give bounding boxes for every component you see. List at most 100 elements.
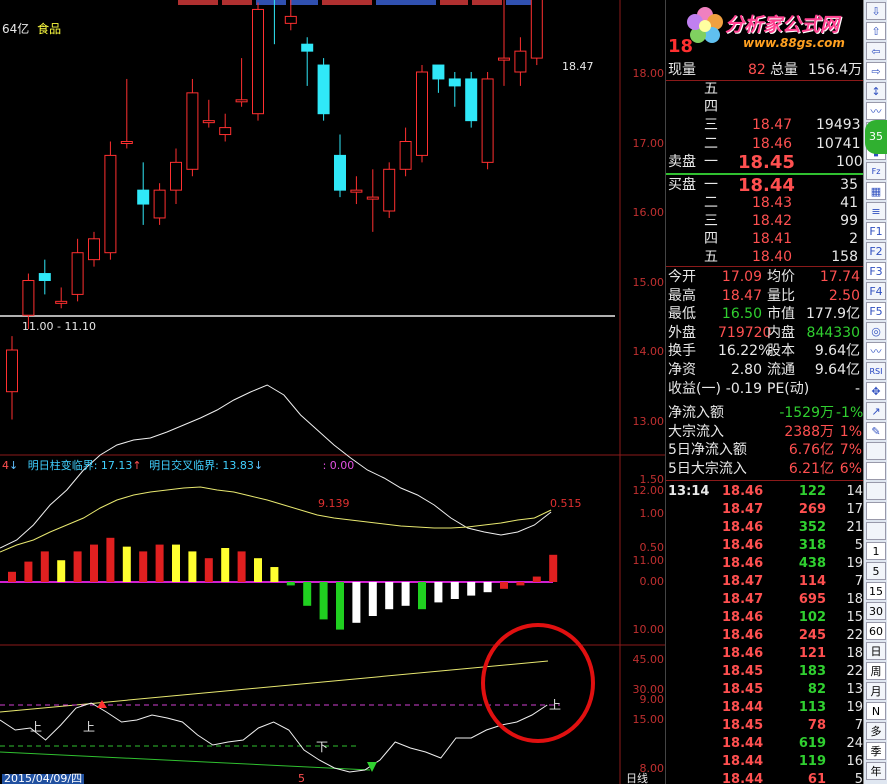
bid-level: 五 (704, 249, 718, 265)
toolbar-button[interactable]: 〰 (866, 102, 886, 120)
candle-body (38, 273, 51, 281)
toolbar-button[interactable] (866, 462, 886, 480)
stat-label: PE(动) (767, 380, 810, 397)
candle-body (202, 120, 215, 124)
toolbar-button[interactable]: 周 (866, 662, 886, 680)
toolbar-button[interactable]: ▦ (866, 182, 886, 200)
tick-volume: 119 (798, 754, 826, 769)
stat-value: 9.64亿 (814, 362, 860, 378)
y-tick-label: 17.00 (632, 136, 665, 150)
bid-price: 18.40 (752, 249, 793, 265)
chart-area[interactable]: 上上下上 64亿 食品 18.47 11.00 - 11.10 18.00 17.… (0, 0, 665, 784)
high-price-label: 18.47 (562, 60, 594, 73)
indicator2-line (0, 702, 548, 773)
bid-price: 18.44 (738, 175, 795, 196)
tick-volume: 122 (798, 484, 826, 499)
y-tick-label: 30.00 (632, 683, 665, 696)
toolbar-button[interactable] (866, 442, 886, 460)
toolbar-button[interactable]: 60 (866, 622, 886, 640)
indicator-bar (516, 582, 525, 586)
flow-percent: 6% (839, 460, 862, 477)
toolbar-button[interactable]: 1 (866, 542, 886, 560)
indicator-bar (237, 551, 246, 582)
toolbar-button[interactable] (866, 482, 886, 500)
bid-volume: 158 (831, 249, 858, 265)
indicator-bar (40, 551, 49, 582)
candle-body (6, 349, 18, 393)
toolbar-button[interactable]: ↕ (866, 82, 886, 100)
highlight-circle (481, 623, 595, 743)
chart-canvas[interactable]: 上上下上 (0, 0, 665, 784)
indicator1-title: 4↓ 明日柱变临界: 17.13↑ 明日交叉临界: 13.83↓ : 0.00 (2, 457, 354, 473)
toolbar-button[interactable]: F4 (866, 282, 886, 300)
tick-price: 18.46 (722, 520, 764, 535)
indicator-bar (172, 544, 180, 582)
tick-volume: 352 (798, 520, 826, 535)
tick-volume: 121 (798, 646, 826, 661)
toolbar-button[interactable]: 30 (866, 602, 886, 620)
signal-mark: 下 (316, 740, 328, 754)
toolbar-button[interactable]: Fz (866, 162, 886, 180)
indicator-bar (24, 561, 33, 582)
stat-value: 2.50 (828, 287, 860, 304)
candle-body (383, 168, 396, 212)
up-marker-icon (97, 700, 107, 708)
indicator-bar (385, 582, 394, 610)
candle-body (219, 127, 232, 136)
tick-volume: 82 (807, 682, 826, 697)
candle-body (235, 99, 248, 103)
axis-mid-label: 5 (298, 772, 305, 784)
toolbar-button[interactable]: 多 (866, 722, 886, 740)
y-tick-label: 10.00 (632, 623, 665, 636)
period-label: 日线 (626, 772, 648, 784)
toolbar-button[interactable]: 〰 (866, 342, 886, 360)
flow-percent: -1% (836, 405, 864, 421)
toolbar-button[interactable]: F3 (866, 262, 886, 280)
candle-body (88, 238, 100, 261)
stock-header: 64亿 食品 (2, 20, 61, 37)
down-arrow-icon: ↓ (9, 459, 19, 472)
toolbar-button[interactable] (866, 502, 886, 520)
toolbar-button[interactable]: ✥ (866, 382, 886, 400)
sector-label: 食品 (37, 22, 62, 36)
float-badge[interactable]: 35 (865, 120, 887, 154)
candle-body (465, 78, 478, 122)
tick-volume: 183 (798, 664, 826, 679)
indicator-bar (8, 571, 16, 582)
toolbar-button[interactable]: F5 (866, 302, 886, 320)
indicator-bar (450, 582, 459, 599)
bid-level: 四 (704, 231, 718, 247)
tick-count: 19 (846, 556, 863, 571)
tick-volume: 102 (798, 610, 826, 625)
toolbar-button[interactable]: 月 (866, 682, 886, 700)
toolbar-button[interactable]: ◎ (866, 322, 886, 340)
ask-volume: 100 (836, 153, 863, 170)
toolbar-button[interactable]: 15 (866, 582, 886, 600)
indicator-bar (352, 582, 361, 623)
toolbar-button[interactable]: ↗ (866, 402, 886, 420)
tick-count: 22 (846, 664, 863, 679)
toolbar-button[interactable]: F2 (866, 242, 886, 260)
toolbar-button[interactable]: F1 (866, 222, 886, 240)
toolbar-button[interactable]: 日 (866, 642, 886, 660)
toolbar-button[interactable]: N (866, 702, 886, 720)
indicator1-prefix: 4 (2, 459, 9, 472)
toolbar-button[interactable]: ✎ (866, 422, 886, 440)
toolbar-button[interactable]: 季 (866, 742, 886, 760)
candle-body (432, 64, 445, 80)
tick-price: 18.47 (722, 574, 764, 589)
toolbar-button[interactable]: 年 (866, 762, 886, 780)
tick-volume: 114 (798, 574, 826, 589)
tick-price: 18.46 (722, 556, 764, 571)
candle-body (514, 50, 527, 73)
toolbar-button[interactable]: 5 (866, 562, 886, 580)
toolbar-button[interactable]: ≡ (866, 202, 886, 220)
stat-value: 18.47 (721, 287, 762, 304)
toolbar-button[interactable]: ⇨ (866, 62, 886, 80)
indicator-bar (270, 567, 279, 582)
toolbar-button[interactable]: RSI (866, 362, 886, 380)
ask-level: 四 (704, 99, 718, 116)
y-tick-label: 11.00 (632, 553, 665, 567)
toolbar-button[interactable] (866, 522, 886, 540)
tick-volume: 438 (798, 556, 826, 571)
